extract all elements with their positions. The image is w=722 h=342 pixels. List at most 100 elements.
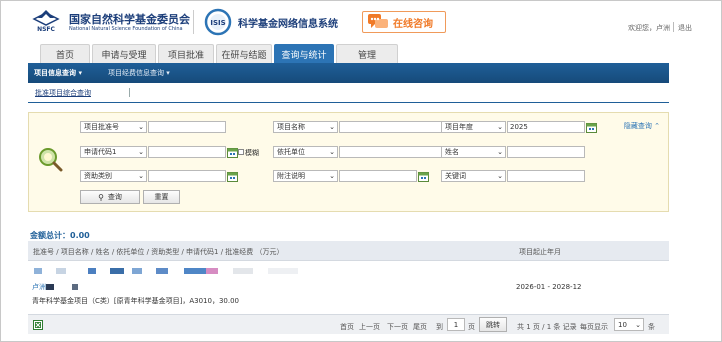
- tab-application[interactable]: 申请与受理: [92, 44, 156, 63]
- field-select-project-year[interactable]: 项目年度 ⌄: [441, 121, 506, 133]
- remarks-input[interactable]: [339, 170, 417, 182]
- chevron-down-icon: ⌄: [497, 123, 503, 131]
- tab-home[interactable]: 首页: [40, 44, 90, 63]
- funding-category-input[interactable]: [148, 170, 226, 182]
- pager-page-unit: 页: [468, 323, 475, 331]
- nsfc-logo-text: NSFC: [37, 26, 55, 33]
- field-select-keyword[interactable]: 关键词 ⌄: [441, 170, 506, 182]
- redacted-block: [34, 268, 42, 274]
- field-select-approval-no-label: 项目批准号: [84, 123, 119, 131]
- reset-button[interactable]: 重置: [143, 190, 180, 204]
- redacted-block: [72, 284, 78, 290]
- redacted-block: [56, 268, 66, 274]
- search-icon: ⚲: [98, 192, 104, 202]
- results-header-main: 批准号 / 项目名称 / 姓名 / 依托单位 / 资助类型 / 申请代码1 / …: [33, 248, 284, 256]
- project-name-input[interactable]: [339, 121, 446, 133]
- redacted-block: [88, 268, 96, 274]
- chevron-down-icon: ▾: [166, 69, 170, 77]
- subnav-project-query[interactable]: 项目信息查询 ▾: [34, 68, 82, 78]
- field-select-remarks[interactable]: 附注说明 ⌄: [273, 170, 338, 182]
- project-year-input[interactable]: 2025: [507, 121, 585, 133]
- chevron-down-icon: ⌄: [138, 172, 144, 180]
- field-select-approval-no[interactable]: 项目批准号 ⌄: [80, 121, 147, 133]
- redacted-block: [110, 268, 124, 274]
- org-name-en: National Natural Science Foundation of C…: [69, 26, 183, 32]
- redacted-block: [268, 268, 298, 274]
- redacted-block: [206, 268, 218, 274]
- host-institution-input[interactable]: [339, 146, 446, 158]
- chevron-down-icon: ⌄: [138, 148, 144, 156]
- approval-no-input[interactable]: [148, 121, 226, 133]
- chevron-down-icon: ▾: [78, 69, 82, 77]
- amount-total-value: 0.00: [70, 231, 90, 240]
- hide-query-link[interactable]: 隐藏查询 ⌃: [624, 121, 660, 131]
- field-select-host-institution[interactable]: 依托单位 ⌄: [273, 146, 338, 158]
- page-number-input[interactable]: 1: [447, 318, 465, 331]
- subnav-funding-query[interactable]: 项目经费信息查询 ▾: [108, 68, 170, 78]
- per-page-value: 10: [618, 320, 627, 329]
- project-person-link[interactable]: 卢洲: [32, 282, 46, 292]
- redacted-block: [46, 284, 54, 290]
- subnav-project-query-label: 项目信息查询: [34, 69, 76, 77]
- nsfc-logo: NSFC: [32, 10, 60, 33]
- apply-code-input[interactable]: [148, 146, 226, 158]
- redacted-block: [132, 268, 142, 274]
- amount-total-label: 金额总计：: [30, 231, 70, 240]
- subnav-funding-query-label: 项目经费信息查询: [107, 69, 164, 77]
- pager-first[interactable]: 首页: [340, 322, 354, 332]
- calendar-icon[interactable]: [586, 122, 597, 133]
- name-input[interactable]: [507, 146, 585, 158]
- calendar-icon[interactable]: [227, 147, 238, 158]
- redacted-block: [233, 268, 253, 274]
- calendar-icon[interactable]: [418, 171, 429, 182]
- calendar-icon[interactable]: [227, 171, 238, 182]
- query-button-label: 查询: [107, 193, 122, 201]
- chevron-down-icon: ⌄: [138, 123, 144, 131]
- field-select-project-name[interactable]: 项目名称 ⌄: [273, 121, 338, 133]
- online-consult-label: 在线咨询: [393, 18, 433, 30]
- project-detail: 青年科学基金项目（C类）[原青年科学基金项目]，A3010，30.00: [32, 297, 239, 305]
- isis-logo-text: ISIS: [210, 19, 225, 27]
- search-magnifier-icon: [39, 148, 63, 172]
- pager-prev[interactable]: 上一页: [359, 322, 380, 332]
- pager-last[interactable]: 尾页: [413, 322, 427, 332]
- chevron-down-icon: ⌄: [329, 123, 335, 131]
- header-separator: [673, 22, 674, 32]
- fuzzy-checkbox[interactable]: [238, 149, 244, 155]
- header-divider: [193, 10, 194, 34]
- field-select-name[interactable]: 姓名 ⌄: [441, 146, 506, 158]
- tab-manage[interactable]: 管理: [336, 44, 398, 63]
- org-name-cn: 国家自然科学基金委员会: [69, 13, 190, 26]
- redacted-block: [184, 268, 206, 274]
- jump-button[interactable]: 跳转: [479, 317, 507, 332]
- field-select-apply-code[interactable]: 申请代码1 ⌄: [80, 146, 147, 158]
- pager-next[interactable]: 下一页: [387, 322, 408, 332]
- pager-goto-label: 到: [436, 323, 443, 331]
- online-consult-button[interactable]: 在线咨询: [362, 11, 446, 33]
- logout-link[interactable]: 退出: [678, 23, 692, 33]
- field-select-name-label: 姓名: [445, 148, 459, 156]
- chevron-up-icon: ⌃: [654, 122, 660, 130]
- results-header-period: 项目起止年月: [519, 248, 561, 256]
- field-select-funding-category[interactable]: 资助类别 ⌄: [80, 170, 147, 182]
- excel-export-icon[interactable]: [33, 320, 43, 330]
- tab-approval[interactable]: 项目批准: [158, 44, 214, 63]
- keyword-input[interactable]: [507, 170, 585, 182]
- person-name: 卢洲: [32, 283, 46, 291]
- query-button[interactable]: ⚲ 查询: [80, 190, 140, 204]
- pager-summary: 共 1 页 / 1 条 记录: [517, 323, 577, 331]
- chevron-down-icon: ⌄: [329, 172, 335, 180]
- field-select-keyword-label: 关键词: [445, 172, 466, 180]
- project-period: 2026-01 - 2028-12: [516, 283, 582, 291]
- results-header: 批准号 / 项目名称 / 姓名 / 依托单位 / 资助类型 / 申请代码1 / …: [28, 241, 669, 261]
- amount-total: 金额总计：0.00: [30, 230, 90, 241]
- tab-query-stats[interactable]: 查询与统计: [274, 44, 334, 63]
- breadcrumb-approved-project-query[interactable]: 批准项目综合查询: [35, 88, 91, 98]
- tab-ongoing[interactable]: 在研与结题: [216, 44, 272, 63]
- per-page-select[interactable]: 10 ⌄: [614, 318, 644, 331]
- fuzzy-label: 模糊: [245, 149, 259, 157]
- breadcrumb-separator: [129, 88, 130, 97]
- chevron-down-icon: ⌄: [497, 172, 503, 180]
- chevron-down-icon: ⌄: [329, 148, 335, 156]
- system-title: 科学基金网络信息系统: [238, 19, 338, 30]
